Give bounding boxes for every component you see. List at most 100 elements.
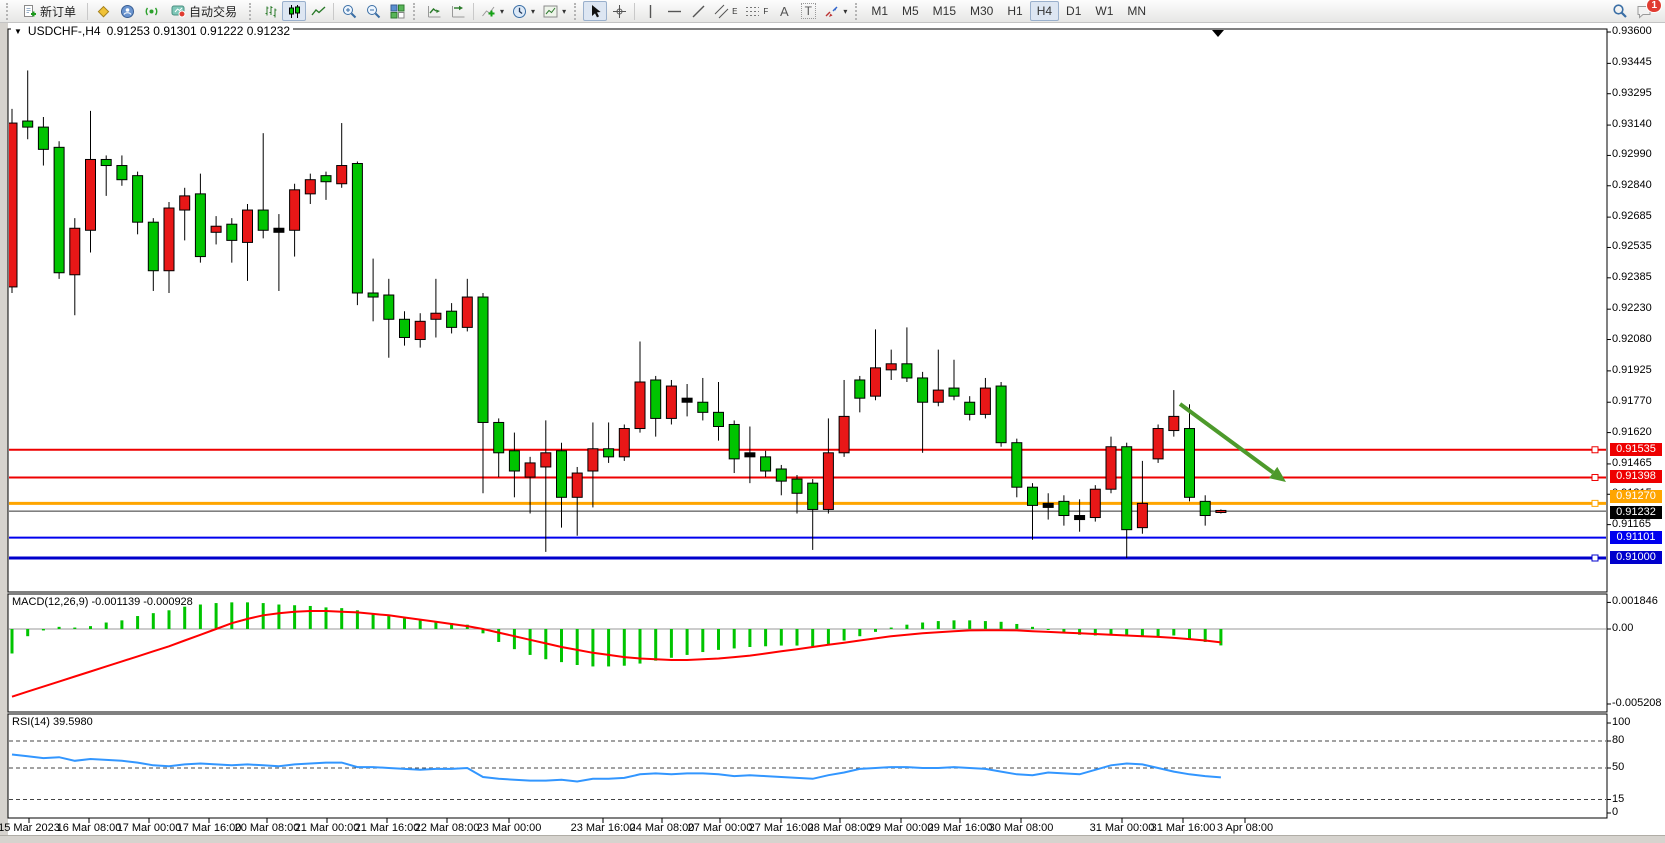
candle-body xyxy=(101,159,111,165)
candle-body xyxy=(557,451,567,498)
macd-bar xyxy=(152,613,155,629)
candle-body xyxy=(855,380,865,398)
candle-body xyxy=(431,313,441,319)
rsi-pane[interactable] xyxy=(8,714,1607,818)
line-handle[interactable] xyxy=(1592,555,1598,561)
toolbar-grip[interactable] xyxy=(855,3,860,20)
auto-scroll-button[interactable] xyxy=(422,1,446,21)
macd-bar xyxy=(905,625,908,629)
candle-body xyxy=(996,386,1006,443)
candle-body xyxy=(714,412,724,426)
metaeditor-icon xyxy=(96,4,111,19)
zoom-in-icon xyxy=(342,4,357,19)
metaeditor-button[interactable] xyxy=(91,1,115,21)
chart-dropdown-icon[interactable]: ▼ xyxy=(14,27,22,36)
candle-body xyxy=(1059,501,1069,515)
candle-body xyxy=(776,469,786,481)
toolbar-grip[interactable] xyxy=(413,3,418,20)
toolbar-grip[interactable] xyxy=(574,3,579,20)
templates-icon xyxy=(543,4,558,19)
separator xyxy=(87,3,88,20)
macd-bar xyxy=(11,629,14,653)
macd-bar xyxy=(120,620,123,629)
vertical-line-button[interactable] xyxy=(638,1,662,21)
chart-symbol-period: USDCHF-,H4 xyxy=(28,24,101,38)
timeframe-m15[interactable]: M15 xyxy=(926,1,963,21)
macd-bar xyxy=(1188,629,1191,639)
toolbar-grip[interactable] xyxy=(6,3,11,20)
terminal-icon xyxy=(120,4,135,19)
macd-bar xyxy=(387,616,390,629)
chart-shift-marker[interactable] xyxy=(1212,30,1224,37)
candle-body xyxy=(541,453,551,467)
timeframe-w1[interactable]: W1 xyxy=(1088,1,1120,21)
macd-bar xyxy=(1047,629,1050,630)
chart-line-icon xyxy=(311,4,326,19)
line-handle[interactable] xyxy=(1592,447,1598,453)
indicators-button[interactable]: ▾ xyxy=(477,1,508,21)
macd-bar xyxy=(686,629,689,655)
cursor-icon xyxy=(588,4,603,19)
fibonacci-button[interactable]: F xyxy=(741,1,772,21)
timeframe-d1[interactable]: D1 xyxy=(1059,1,1088,21)
arrows-icon xyxy=(824,4,839,19)
chart-bars-button[interactable] xyxy=(258,1,282,21)
timeframe-h1[interactable]: H1 xyxy=(1000,1,1029,21)
tile-windows-button[interactable] xyxy=(385,1,409,21)
main-toolbar: 新订单 自动交易 ▾ ▾ xyxy=(0,0,1665,23)
macd-bar xyxy=(1000,622,1003,629)
candle-body xyxy=(368,293,378,297)
candle-body xyxy=(478,297,488,422)
zoom-in-button[interactable] xyxy=(337,1,361,21)
arrows-button[interactable]: ▾ xyxy=(820,1,851,21)
text-button[interactable]: A xyxy=(772,1,796,21)
new-order-icon xyxy=(23,4,37,18)
vertical-line-icon xyxy=(643,4,658,19)
autotrading-button[interactable]: 自动交易 xyxy=(163,1,245,21)
macd-signal-line xyxy=(12,611,1221,697)
timeframe-h4[interactable]: H4 xyxy=(1030,1,1059,21)
text-label-button[interactable]: T xyxy=(796,1,820,21)
timeframe-m5[interactable]: M5 xyxy=(895,1,926,21)
chevron-down-icon: ▾ xyxy=(500,7,504,16)
strategy-tester-button[interactable] xyxy=(115,1,139,21)
candle-body xyxy=(1043,503,1053,507)
timeframe-m30[interactable]: M30 xyxy=(963,1,1000,21)
timeframe-group: M1M5M15M30H1H4D1W1MN xyxy=(864,1,1153,21)
cursor-button[interactable] xyxy=(583,1,607,21)
macd-bar xyxy=(921,623,924,629)
chart-line-button[interactable] xyxy=(306,1,330,21)
notifications-button[interactable]: 1 xyxy=(1632,1,1657,21)
search-button[interactable] xyxy=(1608,1,1632,21)
equidistant-channel-button[interactable]: E xyxy=(710,1,741,21)
zoom-out-icon xyxy=(366,4,381,19)
periods-button[interactable]: ▾ xyxy=(508,1,539,21)
signals-button[interactable] xyxy=(139,1,163,21)
macd-bar xyxy=(607,629,610,666)
zoom-out-button[interactable] xyxy=(361,1,385,21)
candle-body xyxy=(682,398,692,402)
candle-body xyxy=(290,190,300,230)
chart-shift-button[interactable] xyxy=(446,1,470,21)
timeframe-mn[interactable]: MN xyxy=(1120,1,1153,21)
toolbar-grip[interactable] xyxy=(249,3,254,20)
trendline-button[interactable] xyxy=(686,1,710,21)
macd-bar xyxy=(953,620,956,629)
macd-bar xyxy=(1172,629,1175,635)
templates-button[interactable]: ▾ xyxy=(539,1,570,21)
candle-body xyxy=(619,429,629,457)
candle-body xyxy=(745,453,755,457)
macd-bar xyxy=(874,629,877,632)
timeframe-m1[interactable]: M1 xyxy=(864,1,895,21)
macd-bar xyxy=(277,605,280,629)
horizontal-line-button[interactable] xyxy=(662,1,686,21)
crosshair-button[interactable] xyxy=(607,1,631,21)
chart-canvas[interactable] xyxy=(0,0,1665,843)
macd-bar xyxy=(26,629,29,636)
new-order-button[interactable]: 新订单 xyxy=(15,1,84,21)
chart-candles-button[interactable] xyxy=(282,1,306,21)
line-handle[interactable] xyxy=(1592,500,1598,506)
line-handle[interactable] xyxy=(1592,474,1598,480)
macd-bar xyxy=(497,629,500,642)
equidistant-channel-icon xyxy=(714,4,729,19)
